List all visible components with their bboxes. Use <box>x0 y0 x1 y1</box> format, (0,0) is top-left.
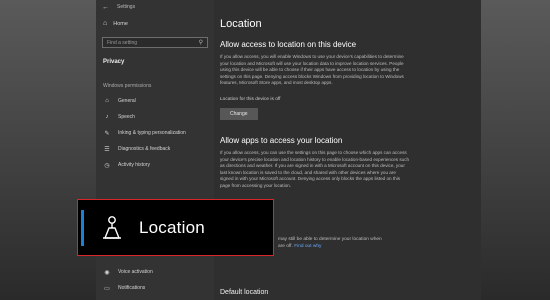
sidebar-item-label: Diagnostics & feedback <box>118 146 171 152</box>
window-title: Settings <box>117 4 136 10</box>
history-icon: ◷ <box>104 162 110 169</box>
microphone-icon: ♪ <box>105 114 109 120</box>
sidebar-item-label: Activity history <box>118 162 150 168</box>
page-title: Location <box>220 18 262 30</box>
sidebar-item-label: Voice activation <box>118 269 153 275</box>
pen-icon: ✎ <box>104 130 110 137</box>
sidebar-item-label: General <box>118 98 136 104</box>
location-status-text: Location for this device is off <box>220 96 281 102</box>
callout-label: Location <box>139 218 205 237</box>
sidebar-item-activity-history[interactable]: ◷ Activity history <box>96 157 214 173</box>
sidebar-item-voice-activation[interactable]: ◉ Voice activation <box>96 264 214 280</box>
selection-accent-bar <box>81 210 84 246</box>
sidebar-item-label: Speech <box>118 114 135 120</box>
search-icon: ⚲ <box>198 40 203 46</box>
voice-icon: ◉ <box>104 269 110 276</box>
location-icon <box>103 216 121 239</box>
sidebar-item-speech[interactable]: ♪ Speech <box>96 109 214 125</box>
home-link[interactable]: ⌂ Home <box>96 14 214 33</box>
tail-text-line2: are off. <box>278 243 293 249</box>
tail-text-line1: may still be able to determine your loca… <box>278 237 382 242</box>
sidebar-item-label: Notifications <box>118 285 146 291</box>
sidebar-item-diagnostics[interactable]: ☰ Diagnostics & feedback <box>96 141 214 157</box>
section-title-privacy: Privacy <box>103 59 125 65</box>
search-input[interactable]: Find a setting ⚲ <box>102 37 208 48</box>
change-button[interactable]: Change <box>220 107 258 120</box>
search-placeholder: Find a setting <box>107 39 138 46</box>
home-icon: ⌂ <box>103 20 108 27</box>
sidebar-item-notifications[interactable]: ▭ Notifications <box>96 280 214 296</box>
lock-icon: ⌂ <box>105 98 109 104</box>
location-callout[interactable]: Location <box>77 199 274 256</box>
section-description-device-access: If you allow access, you will enable Win… <box>220 54 404 86</box>
sidebar-item-inking[interactable]: ✎ Inking & typing personalization <box>96 125 214 141</box>
section-description-app-access: If you allow access, you can use the set… <box>220 149 410 188</box>
back-arrow-icon[interactable]: ← <box>102 4 109 11</box>
notifications-icon: ▭ <box>104 285 110 292</box>
tail-description: may still be able to determine your loca… <box>278 237 448 250</box>
section-heading-device-access: Allow access to location on this device <box>220 40 357 49</box>
sidebar-item-label: Inking & typing personalization <box>118 130 186 136</box>
section-heading-app-access: Allow apps to access your location <box>220 135 343 145</box>
home-label: Home <box>113 20 128 27</box>
default-location-heading: Default location <box>220 289 269 296</box>
title-bar: ← Settings <box>96 0 214 14</box>
sidebar-item-general[interactable]: ⌂ General <box>96 93 214 109</box>
group-title-windows-permissions: Windows permissions <box>103 83 152 89</box>
find-out-why-link[interactable]: Find out why <box>294 244 321 249</box>
feedback-icon: ☰ <box>104 146 110 153</box>
